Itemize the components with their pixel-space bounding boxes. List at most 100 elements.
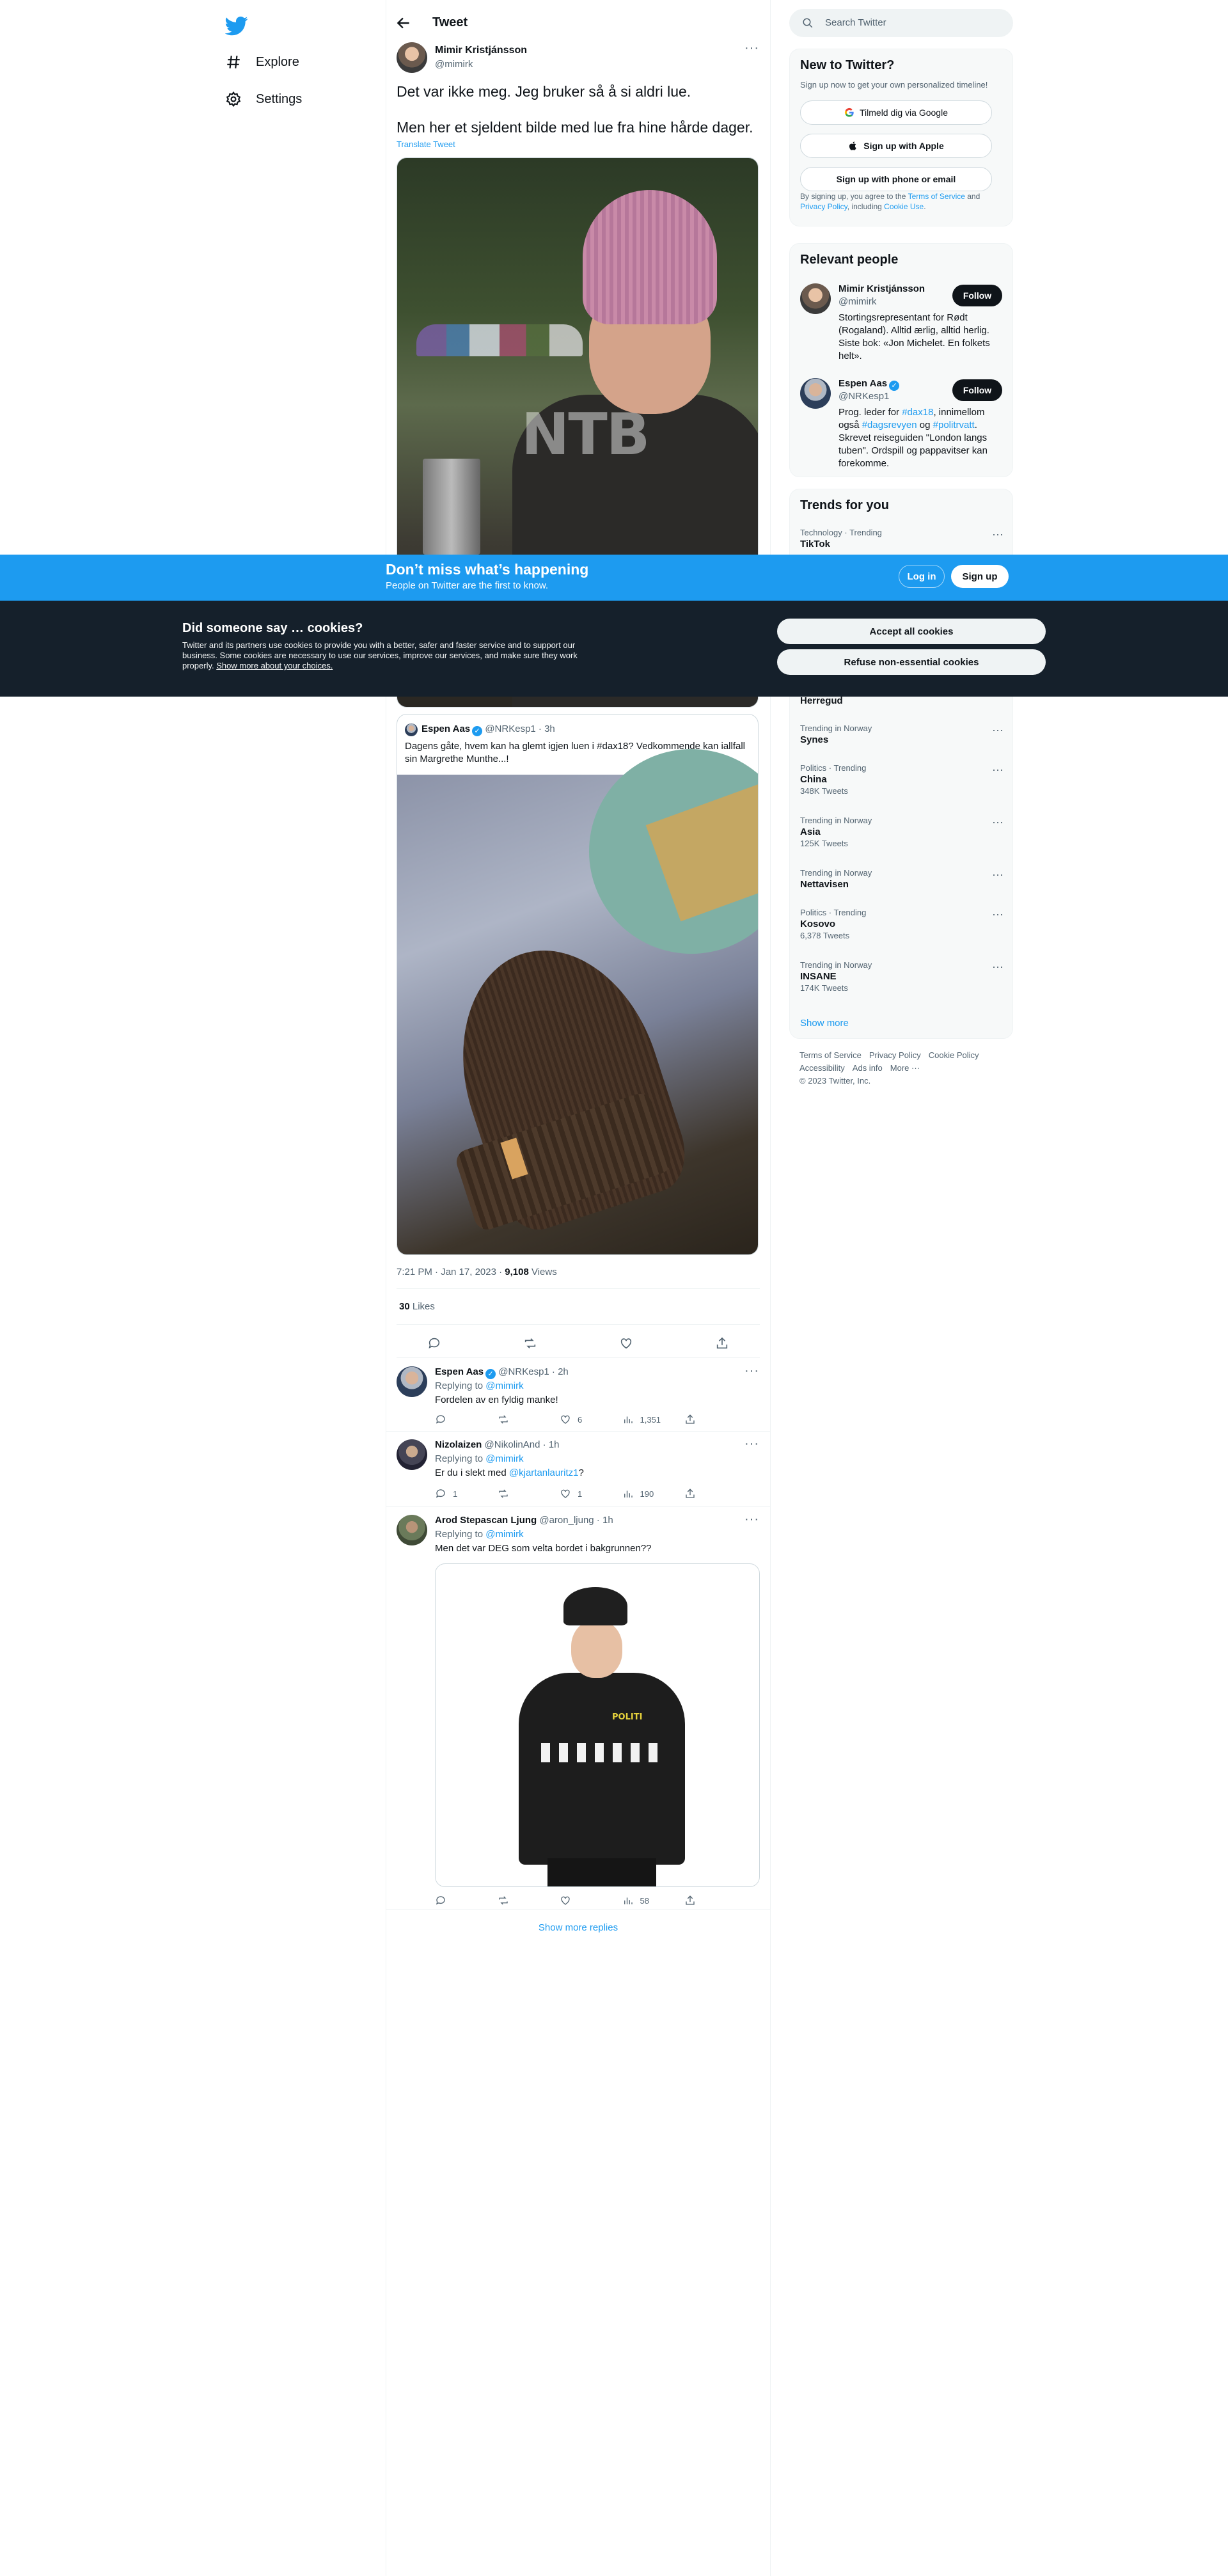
back-arrow-icon[interactable] [395, 15, 412, 31]
reply-item[interactable]: Nizolaizen @NikolinAnd · 1h ··· Replying… [386, 1432, 770, 1507]
author-name[interactable]: Mimir Kristjánsson [435, 45, 527, 56]
reply-retweet[interactable] [498, 1895, 542, 1906]
person-avatar[interactable] [800, 378, 831, 409]
reply-share[interactable] [684, 1414, 729, 1425]
translate-tweet-link[interactable]: Translate Tweet [397, 139, 455, 149]
likes-row[interactable]: 30 Likes [399, 1301, 435, 1312]
replying-to-link[interactable]: @mimirk [485, 1529, 523, 1540]
more-options-icon[interactable]: ··· [744, 1364, 759, 1379]
relevant-people-card: Relevant people Mimir Kristjánsson @mimi… [789, 243, 1013, 477]
more-options-icon[interactable]: ··· [992, 908, 1004, 921]
apple-signup-button[interactable]: Sign up with Apple [800, 134, 992, 158]
follow-button[interactable]: Follow [952, 379, 1002, 401]
refuse-cookies-button[interactable]: Refuse non-essential cookies [777, 649, 1046, 675]
hashtag-link[interactable]: #dax18 [902, 407, 933, 418]
reply-author[interactable]: Nizolaizen [435, 1439, 482, 1450]
more-options-icon[interactable]: ··· [744, 1512, 759, 1527]
tweet-meta: 7:21 PM · Jan 17, 2023 · 9,108 Views [397, 1267, 557, 1277]
reply-reply[interactable]: 1 [435, 1488, 480, 1499]
accept-cookies-button[interactable]: Accept all cookies [777, 619, 1046, 644]
reply-avatar[interactable] [397, 1439, 427, 1470]
trend-item[interactable]: Technology · Trending TikTok ··· [800, 528, 1004, 549]
reply-like[interactable] [560, 1895, 604, 1906]
trend-item[interactable]: Trending in Norway Nettavisen ··· [800, 868, 1004, 890]
trend-count: 174K Tweets [800, 983, 848, 993]
tweet-time[interactable]: 7:21 PM · Jan 17, 2023 · [397, 1267, 505, 1277]
trend-item[interactable]: Politics · Trending China 348K Tweets ··… [800, 763, 1004, 796]
hashtag-link[interactable]: #dagsrevyen [862, 420, 917, 431]
more-options-icon[interactable]: ··· [992, 528, 1004, 541]
show-more-trends-link[interactable]: Show more [800, 1018, 849, 1029]
reply-icon[interactable] [427, 1336, 441, 1350]
show-more-replies-link[interactable]: Show more replies [386, 1922, 770, 1933]
twitter-logo-icon[interactable] [225, 14, 248, 37]
google-signup-button[interactable]: Tilmeld dig via Google [800, 100, 992, 125]
follow-button[interactable]: Follow [952, 285, 1002, 306]
privacy-link[interactable]: Privacy Policy [800, 202, 847, 211]
quote-photo[interactable] [397, 749, 758, 1254]
more-options-icon[interactable]: ··· [992, 816, 1004, 829]
reply-like[interactable]: 1 [560, 1488, 604, 1499]
footer-link[interactable]: More ··· [890, 1063, 920, 1073]
reply-views[interactable]: 190 [622, 1488, 667, 1499]
divider [397, 1357, 760, 1358]
mention-link[interactable]: @kjartanlauritz1 [509, 1467, 579, 1478]
phone-email-signup-button[interactable]: Sign up with phone or email [800, 167, 992, 191]
reply-avatar[interactable] [397, 1366, 427, 1397]
signup-button[interactable]: Sign up [951, 565, 1009, 588]
trend-item[interactable]: Trending in Norway Asia 125K Tweets ··· [800, 816, 1004, 848]
reply-reply[interactable] [435, 1414, 480, 1425]
cookie-choices-link[interactable]: Show more about your choices. [216, 661, 333, 670]
footer-link[interactable]: Accessibility [799, 1063, 845, 1073]
retweet-icon[interactable] [523, 1336, 537, 1350]
reply-item[interactable]: Espen Aas ✓ @NRKesp1 · 2h ··· Replying to… [386, 1359, 770, 1432]
more-options-icon[interactable]: ··· [992, 868, 1004, 881]
trend-item[interactable]: Trending in Norway Synes ··· [800, 723, 1004, 745]
reply-reply[interactable] [435, 1895, 480, 1906]
reply-like[interactable]: 6 [560, 1414, 604, 1425]
share-icon[interactable] [715, 1336, 729, 1350]
more-options-icon[interactable]: ··· [744, 41, 759, 56]
trend-item[interactable]: Politics · Trending Kosovo 6,378 Tweets … [800, 908, 1004, 940]
terms-link[interactable]: Terms of Service [908, 192, 965, 201]
person-avatar[interactable] [800, 283, 831, 314]
like-heart-icon[interactable] [619, 1336, 633, 1350]
reply-share[interactable] [684, 1895, 729, 1906]
footer-link[interactable]: Ads info [853, 1063, 883, 1073]
reply-photo[interactable]: POLITI [435, 1563, 760, 1887]
person-handle[interactable]: @mimirk [838, 296, 876, 307]
reply-item[interactable]: Arod Stepascan Ljung @aron_ljung · 1h ··… [386, 1507, 770, 1910]
reply-views[interactable]: 58 [622, 1895, 667, 1906]
footer-link[interactable]: Terms of Service [799, 1050, 862, 1060]
reply-retweet[interactable] [498, 1414, 542, 1425]
trend-item[interactable]: Trending in Norway INSANE 174K Tweets ··… [800, 960, 1004, 993]
author-handle[interactable]: @mimirk [435, 59, 473, 70]
reply-share[interactable] [684, 1488, 729, 1499]
more-options-icon[interactable]: ··· [992, 763, 1004, 777]
hashtag-link[interactable]: #politrvatt [933, 420, 975, 431]
quote-tweet[interactable]: Espen Aas ✓ @NRKesp1 · 3h Dagens gåte, hv… [397, 714, 759, 1255]
person-name[interactable]: Mimir Kristjánsson [838, 283, 925, 294]
reply-avatar[interactable] [397, 1515, 427, 1545]
replying-to-link[interactable]: @mimirk [485, 1453, 523, 1464]
nav-explore[interactable]: Explore [225, 46, 299, 78]
replying-to-link[interactable]: @mimirk [485, 1380, 523, 1391]
reply-author[interactable]: Espen Aas [435, 1366, 484, 1377]
footer-link[interactable]: Privacy Policy [869, 1050, 921, 1060]
more-options-icon[interactable]: ··· [992, 960, 1004, 974]
nav-settings[interactable]: Settings [225, 83, 302, 115]
reply-retweet[interactable] [498, 1488, 542, 1499]
footer-links: Terms of Service Privacy Policy Cookie Pol… [799, 1049, 1017, 1087]
trend-name: Asia [800, 826, 821, 837]
cookie-use-link[interactable]: Cookie Use [884, 202, 924, 211]
person-handle[interactable]: @NRKesp1 [838, 391, 889, 402]
reply-views[interactable]: 1,351 [622, 1414, 667, 1425]
author-avatar[interactable] [397, 42, 427, 73]
reply-author[interactable]: Arod Stepascan Ljung [435, 1515, 537, 1526]
footer-link[interactable]: Cookie Policy [929, 1050, 979, 1060]
search-input[interactable]: Search Twitter [789, 9, 1013, 37]
more-options-icon[interactable]: ··· [992, 723, 1004, 737]
login-button[interactable]: Log in [899, 565, 945, 588]
more-options-icon[interactable]: ··· [744, 1437, 759, 1451]
person-name-row[interactable]: Espen Aas ✓ [838, 378, 900, 391]
